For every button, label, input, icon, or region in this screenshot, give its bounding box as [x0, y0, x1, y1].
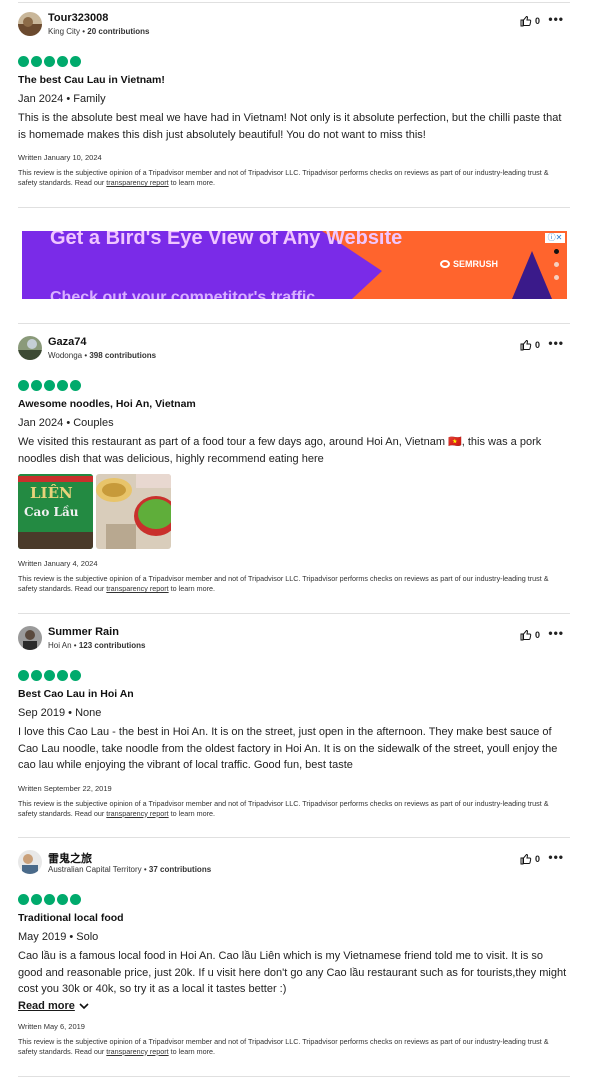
divider — [18, 837, 570, 838]
written-date: Written January 10, 2024 — [18, 153, 102, 162]
helpful-count: 0 — [534, 854, 540, 864]
avatar[interactable] — [18, 850, 42, 874]
user-name[interactable]: 雷鬼之旅 — [48, 850, 92, 866]
transparency-report-link[interactable]: transparency report — [106, 1047, 168, 1056]
read-more-button[interactable]: Read more — [18, 1000, 574, 1012]
transparency-report-link[interactable]: transparency report — [106, 809, 168, 818]
review-body: We visited this restaurant as part of a … — [18, 436, 542, 465]
user-meta: King City • 20 contributions — [48, 27, 150, 36]
sign-text: Cao Lầu — [24, 505, 79, 519]
user-meta: Australian Capital Territory • 37 contri… — [48, 865, 212, 874]
read-more-label: Read more — [18, 999, 75, 1012]
helpful-button[interactable]: 0 — [520, 853, 540, 865]
thumbs-up-icon — [520, 853, 532, 865]
user-name[interactable]: Summer Rain — [48, 626, 119, 638]
review-body: I love this Cao Lau - the best in Hoi An… — [18, 726, 558, 771]
ad-subline: Check out your competitor's traffic — [50, 289, 316, 299]
review-body: This is the absolute best meal we have h… — [18, 112, 562, 141]
review-title[interactable]: Best Cao Lau in Hoi An — [18, 688, 574, 700]
review-disclaimer: This review is the subjective opinion of… — [18, 798, 549, 818]
review-card: 雷鬼之旅 Australian Capital Territory • 37 c… — [18, 850, 574, 1057]
review-disclaimer: This review is the subjective opinion of… — [18, 574, 549, 593]
review-title[interactable]: Traditional local food — [18, 912, 574, 924]
chevron-down-icon — [79, 1002, 89, 1009]
divider — [18, 323, 570, 324]
written-date: Written May 6, 2019 — [18, 1021, 85, 1031]
rating-bubbles — [18, 380, 574, 391]
user-meta: Wodonga • 398 contributions — [48, 351, 157, 360]
rating-bubbles — [18, 670, 574, 681]
user-meta: Hoi An • 123 contributions — [48, 641, 146, 650]
ad-carousel-dots — [554, 249, 559, 280]
more-options-icon[interactable]: ••• — [548, 626, 564, 640]
avatar[interactable] — [18, 336, 42, 360]
more-options-icon[interactable]: ••• — [548, 850, 564, 864]
thumbs-up-icon — [520, 15, 532, 27]
review-photo[interactable] — [96, 474, 171, 549]
review-photos: LIÊN Cao Lầu — [18, 474, 574, 549]
review-trip-date: Sep 2019 • None — [18, 707, 102, 719]
helpful-count: 0 — [534, 340, 540, 350]
ad-banner[interactable]: Get a Bird's Eye View of Any Website Che… — [22, 231, 567, 299]
semrush-logo-icon — [440, 260, 450, 268]
helpful-button[interactable]: 0 — [520, 15, 540, 27]
sign-text: LIÊN — [30, 484, 73, 502]
review-card: Gaza74 Wodonga • 398 contributions 0 •••… — [18, 336, 574, 594]
review-title[interactable]: The best Cau Lau in Vietnam! — [18, 74, 574, 86]
helpful-count: 0 — [534, 630, 540, 640]
review-disclaimer: This review is the subjective opinion of… — [18, 1036, 549, 1056]
divider — [18, 207, 570, 208]
helpful-count: 0 — [534, 16, 540, 26]
ad-close-icon[interactable]: ⓘ✕ — [545, 233, 565, 243]
review-body: Cao lầu is a famous local food in Hoi An… — [18, 950, 567, 995]
helpful-button[interactable]: 0 — [520, 629, 540, 641]
divider — [18, 1076, 570, 1077]
more-options-icon[interactable]: ••• — [548, 12, 564, 26]
more-options-icon[interactable]: ••• — [548, 336, 564, 350]
review-trip-date: May 2019 • Solo — [18, 931, 99, 943]
user-name[interactable]: Gaza74 — [48, 336, 87, 348]
thumbs-up-icon — [520, 339, 532, 351]
avatar[interactable] — [18, 626, 42, 650]
written-date: Written September 22, 2019 — [18, 783, 112, 793]
review-trip-date: Jan 2024 • Family — [18, 93, 106, 105]
review-card: Tour323008 King City • 20 contributions … — [18, 12, 574, 188]
review-title[interactable]: Awesome noodles, Hoi An, Vietnam — [18, 398, 574, 410]
transparency-report-link[interactable]: transparency report — [106, 584, 168, 593]
rating-bubbles — [18, 894, 574, 905]
helpful-button[interactable]: 0 — [520, 339, 540, 351]
review-disclaimer: This review is the subjective opinion of… — [18, 168, 549, 187]
transparency-report-link[interactable]: transparency report — [106, 178, 168, 187]
user-name[interactable]: Tour323008 — [48, 12, 108, 24]
written-date: Written January 4, 2024 — [18, 559, 98, 568]
ad-brand: SEMRUSH — [440, 259, 498, 269]
divider — [18, 2, 570, 3]
review-photo[interactable]: LIÊN Cao Lầu — [18, 474, 93, 549]
avatar[interactable] — [18, 12, 42, 36]
thumbs-up-icon — [520, 629, 532, 641]
divider — [18, 613, 570, 614]
rating-bubbles — [18, 56, 574, 67]
ad-headline: Get a Bird's Eye View of Any Website — [50, 231, 403, 249]
review-card: Summer Rain Hoi An • 123 contributions 0… — [18, 626, 574, 819]
review-trip-date: Jan 2024 • Couples — [18, 417, 114, 429]
